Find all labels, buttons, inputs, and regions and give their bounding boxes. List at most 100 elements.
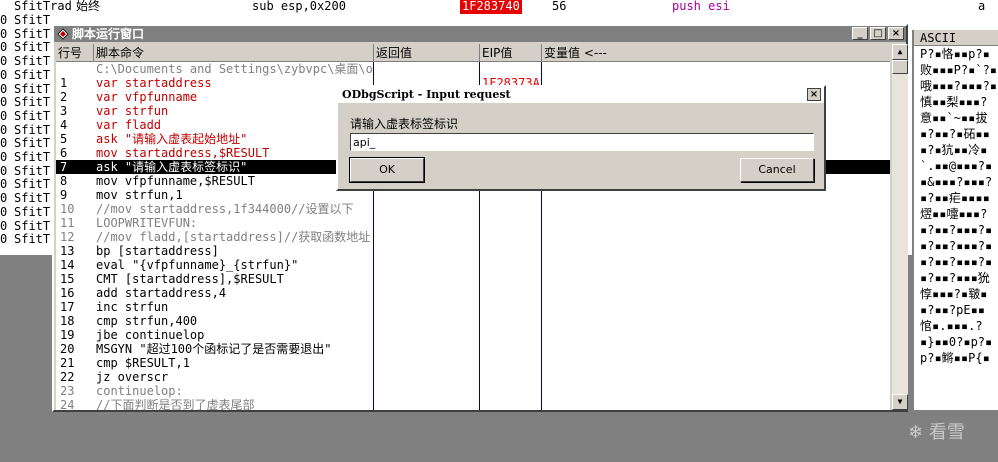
script-run-window: 脚本运行窗口 _ □ × 行号 脚本命令 返回值 EIP值 变量值 <--- C… xyxy=(52,24,908,412)
script-command: C:\Documents and Settings\zybvpc\桌面\od xyxy=(96,62,372,76)
line-number: 23 xyxy=(60,384,75,398)
module-cell: SfitT xyxy=(14,67,51,82)
dialog-titlebar[interactable]: ODbgScript - Input request × xyxy=(338,87,824,103)
col-variable-value[interactable]: 变量值 <--- xyxy=(542,44,890,62)
row-prefix: 0 xyxy=(0,81,8,96)
line-number: 22 xyxy=(60,370,75,384)
asm-cell: push esi xyxy=(672,0,730,13)
row-prefix: 0 xyxy=(0,26,8,41)
ascii-row: ▪?▪▪?▪▪▪?▪ xyxy=(920,223,993,237)
script-command: LOOPWRITEVFUN: xyxy=(96,216,198,230)
ascii-row: ▪?▪犺▪▪冷▪ xyxy=(920,143,988,157)
line-number: 18 xyxy=(60,314,75,328)
ok-button[interactable]: OK xyxy=(349,157,425,183)
ascii-row: 哦▪▪▪?▪▪▪?▪ xyxy=(920,79,998,93)
module-cell: SfitT xyxy=(14,108,51,123)
script-command: //mov startaddress,1f344000//设置以下 xyxy=(96,202,354,216)
line-number: 7 xyxy=(60,160,68,174)
script-line-row[interactable]: 24 //下面判断是否到了虚表尾部 xyxy=(56,398,890,410)
module-cell: SfitT xyxy=(14,81,51,96)
row-prefix: 0 xyxy=(0,163,8,178)
script-window-title: 脚本运行窗口 xyxy=(72,27,145,41)
module-cell: SfitT xyxy=(14,122,51,137)
row-prefix: 0 xyxy=(0,95,8,110)
ascii-row: ▪?▪▪?▪砳▪▪ xyxy=(920,127,990,141)
col-script-command[interactable]: 脚本命令 xyxy=(94,44,374,62)
script-line-row[interactable]: 10 //mov startaddress,1f344000//设置以下 xyxy=(56,202,890,216)
line-number: 16 xyxy=(60,286,75,300)
bytes-cell: 56 xyxy=(552,0,567,13)
cancel-button[interactable]: Cancel xyxy=(740,158,814,182)
vertical-scrollbar[interactable]: ▲ ▼ xyxy=(892,44,908,410)
row-prefix: 0 xyxy=(0,191,8,206)
script-line-row[interactable]: 23 continuelop: xyxy=(56,384,890,398)
module-cell: SfitT xyxy=(14,40,51,55)
script-line-row[interactable]: 21 cmp $RESULT,1 xyxy=(56,356,890,370)
instruction-cell: sub esp,0x200 xyxy=(252,0,346,13)
module-cell: SfitT xyxy=(14,136,51,151)
script-command: //mov fladd,[startaddress]//获取函数地址 xyxy=(96,230,371,244)
script-command: add startaddress,4 xyxy=(96,286,227,300)
script-line-row[interactable]: 18 cmp strfun,400 xyxy=(56,314,890,328)
row-prefix: 0 xyxy=(0,232,8,247)
script-command: mov strfun,1 xyxy=(96,188,183,202)
script-command: eval "{vfpfunname}_{strfun}" xyxy=(96,258,299,272)
tail-cell: a xyxy=(978,0,986,13)
dialog-title: ODbgScript - Input request xyxy=(342,88,511,101)
module-cell: SfitT xyxy=(14,204,51,219)
script-line-row[interactable]: 14 eval "{vfpfunname}_{strfun}" xyxy=(56,258,890,272)
ascii-row: 熤▪▪嚏▪▪▪? xyxy=(920,207,988,221)
dialog-close-button[interactable]: × xyxy=(807,88,821,101)
minimize-button[interactable]: _ xyxy=(852,27,868,40)
close-button[interactable]: × xyxy=(888,27,904,40)
col-line-number[interactable]: 行号 xyxy=(56,44,94,62)
script-command: var vfpfunname xyxy=(96,90,198,104)
module-cell: SfitT xyxy=(14,177,51,192)
scroll-up-button[interactable]: ▲ xyxy=(892,44,908,60)
ascii-dump-panel: ASCII P?▪恪▪▪p?▪ 败▪▪▪P?▪`?▪ 哦▪▪▪?▪▪▪?▪ 慎▪▪梨▪… xyxy=(912,30,998,410)
module-cell: SfitT xyxy=(14,26,51,41)
script-line-row[interactable]: 13 bp [startaddress] xyxy=(56,244,890,258)
script-command: mov vfpfunname,$RESULT xyxy=(96,174,255,188)
script-window-titlebar[interactable]: 脚本运行窗口 _ □ × xyxy=(54,26,906,42)
ascii-row: P?▪恪▪▪p?▪ xyxy=(920,47,990,61)
col-eip-value[interactable]: EIP值 xyxy=(480,44,542,62)
script-line-row[interactable]: 19 jbe continuelop xyxy=(56,328,890,342)
ascii-row: 败▪▪▪P?▪`?▪ xyxy=(920,63,998,77)
script-line-row[interactable]: 15 CMT [startaddress],$RESULT xyxy=(56,272,890,286)
script-line-row[interactable]: C:\Documents and Settings\zybvpc\桌面\od xyxy=(56,62,890,76)
module-cell: SfitT xyxy=(14,95,51,110)
ascii-row: 意▪▪`~▪▪拔 xyxy=(920,111,988,125)
row-prefix: 0 xyxy=(0,108,8,123)
label-input[interactable] xyxy=(350,133,814,151)
script-line-row[interactable]: 11 LOOPWRITEVFUN: xyxy=(56,216,890,230)
watermark-text: 看雪 xyxy=(928,422,965,443)
line-number: 9 xyxy=(60,188,68,202)
scroll-down-button[interactable]: ▼ xyxy=(892,394,908,410)
line-number: 11 xyxy=(60,216,75,230)
script-command: //下面判断是否到了虚表尾部 xyxy=(96,398,255,410)
ascii-row: `.▪▪@▪▪▪?▪ xyxy=(920,159,993,173)
script-command: cmp strfun,400 xyxy=(96,314,198,328)
ascii-row: ▪}▪▪0?▪p?▪ xyxy=(920,335,993,349)
line-number: 21 xyxy=(60,356,75,370)
script-command: ask "请输入虚表起始地址" xyxy=(96,132,248,146)
line-number: 20 xyxy=(60,342,75,356)
script-line-row[interactable]: 17 inc strfun xyxy=(56,300,890,314)
maximize-button[interactable]: □ xyxy=(870,27,886,40)
script-line-row[interactable]: 16 add startaddress,4 xyxy=(56,286,890,300)
script-line-row[interactable]: 22 jz overscr xyxy=(56,370,890,384)
disasm-top-row[interactable]: SfitTrad 始终 sub esp,0x200 1F283740 56 pu… xyxy=(0,0,998,14)
scroll-thumb[interactable] xyxy=(892,60,908,74)
col-return-value[interactable]: 返回值 xyxy=(374,44,480,62)
script-command: ask "请输入虚表标签标识" xyxy=(96,160,248,174)
ascii-row: ▪?▪▪?▪▪▪?▪ xyxy=(920,255,993,269)
comment-cell: 始终 xyxy=(76,0,101,13)
script-line-row[interactable]: 20 MSGYN "超过100个函标记了是否需要退出" xyxy=(56,342,890,356)
line-number: 6 xyxy=(60,146,68,160)
module-cell: SfitT xyxy=(14,191,51,206)
column-headers: 行号 脚本命令 返回值 EIP值 变量值 <--- xyxy=(56,44,890,62)
script-line-row[interactable]: 12 //mov fladd,[startaddress]//获取函数地址 xyxy=(56,230,890,244)
row-prefix: 0 xyxy=(0,136,8,151)
script-command: var startaddress xyxy=(96,76,212,90)
